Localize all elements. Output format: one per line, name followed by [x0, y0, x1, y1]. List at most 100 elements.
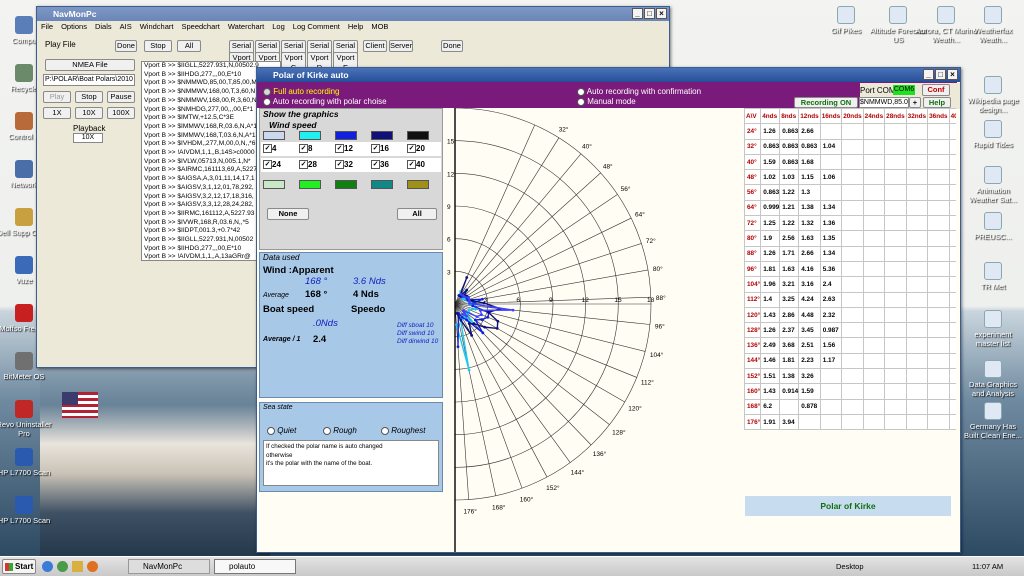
maximize-icon[interactable]: □: [644, 8, 655, 19]
speed-check[interactable]: ✓ 16: [371, 144, 395, 154]
server-button[interactable]: Server: [389, 40, 413, 52]
speed-check[interactable]: ✓ 32: [335, 160, 359, 170]
checkbox-icon[interactable]: ✓: [407, 144, 416, 154]
desktop-icon[interactable]: Data Graphics and Analysis: [962, 360, 1024, 398]
menu-item[interactable]: File: [41, 21, 53, 33]
minimize-icon[interactable]: _: [632, 8, 643, 19]
desktop-icon[interactable]: PREUSC...: [962, 212, 1024, 241]
recording-button[interactable]: Recording ON: [794, 97, 858, 108]
desktop-icon[interactable]: TR Met: [962, 262, 1024, 291]
color-swatch[interactable]: [335, 180, 357, 189]
checkbox-icon[interactable]: ✓: [371, 160, 380, 170]
clock[interactable]: 11:07 AM: [972, 562, 1003, 571]
menu-item[interactable]: Log Comment: [293, 21, 340, 33]
speed-check[interactable]: ✓ 12: [335, 144, 359, 154]
desktop-icon[interactable]: Wikipedia page design...: [962, 76, 1024, 114]
speed-check[interactable]: ✓ 28: [299, 160, 323, 170]
desktop-icon[interactable]: Revo Uninstaller Pro: [0, 400, 56, 438]
sea-roughest-option[interactable]: Roughest: [381, 426, 425, 435]
done-button-1[interactable]: Done: [115, 40, 137, 52]
taskbar-item-navmon[interactable]: NavMonPc: [128, 559, 210, 574]
desktop-icon[interactable]: Rapid Tides: [962, 120, 1024, 149]
radio-manual-icon[interactable]: [577, 97, 585, 106]
color-swatch[interactable]: [263, 180, 285, 189]
polar-titlebar[interactable]: Polar of Kirke auto _ □ ×: [257, 68, 960, 82]
checkbox-icon[interactable]: ✓: [371, 144, 380, 154]
browser-icon[interactable]: [42, 561, 53, 572]
menu-item[interactable]: Windchart: [140, 21, 174, 33]
sea-rough-option[interactable]: Rough: [323, 426, 357, 435]
menu-item[interactable]: Options: [61, 21, 87, 33]
playback-field[interactable]: 10X: [73, 133, 103, 143]
menu-item[interactable]: AIS: [120, 21, 132, 33]
nmea-file-button[interactable]: NMEA File: [45, 59, 135, 71]
color-swatch[interactable]: [263, 131, 285, 140]
all-button-top[interactable]: All: [177, 40, 201, 52]
close-icon[interactable]: ×: [947, 69, 958, 80]
radio-quiet-icon[interactable]: [267, 426, 275, 435]
pause-button[interactable]: Pause: [107, 91, 135, 103]
speed-check[interactable]: ✓ 36: [371, 160, 395, 170]
maximize-icon[interactable]: □: [935, 69, 946, 80]
desktop-icon[interactable]: experiment master list: [962, 310, 1024, 348]
done-button-2[interactable]: Done: [441, 40, 463, 52]
navmon-titlebar[interactable]: NavMonPc _ □ ×: [37, 7, 669, 21]
sea-quiet-option[interactable]: Quiet: [267, 426, 296, 435]
speed-check[interactable]: ✓ 4: [263, 144, 287, 154]
help-button[interactable]: Help: [923, 97, 951, 108]
option-auto-confirm[interactable]: Auto recording with confirmation: [577, 87, 701, 96]
option-manual[interactable]: Manual mode: [577, 97, 636, 106]
all-button[interactable]: All: [397, 208, 437, 220]
radio-auto-polar-icon[interactable]: [263, 97, 271, 106]
client-button[interactable]: Client: [363, 40, 387, 52]
checkbox-icon[interactable]: ✓: [299, 144, 308, 154]
desktop-icon[interactable]: HP L7700 Scan: [0, 496, 56, 525]
color-swatch[interactable]: [407, 180, 429, 189]
radio-rough-icon[interactable]: [323, 426, 331, 435]
desktop-icon[interactable]: Germany Has Built Clean Ene...: [962, 402, 1024, 440]
none-button[interactable]: None: [267, 208, 309, 220]
menu-item[interactable]: Speedchart: [181, 21, 219, 33]
checkbox-icon[interactable]: ✓: [263, 144, 272, 154]
desktop-toolbar-label[interactable]: Desktop: [836, 562, 864, 571]
speed-check[interactable]: ✓ 8: [299, 144, 323, 154]
checkbox-icon[interactable]: ✓: [407, 160, 416, 170]
option-full-auto[interactable]: Full auto recording: [263, 87, 340, 96]
color-swatch[interactable]: [335, 131, 357, 140]
speed-check[interactable]: ✓ 20: [407, 144, 431, 154]
polar-window[interactable]: Polar of Kirke auto _ □ × Full auto record…: [256, 67, 961, 553]
color-swatch[interactable]: [299, 180, 321, 189]
speed-10x-button[interactable]: 10X: [75, 107, 103, 119]
play-button[interactable]: Play: [43, 91, 71, 103]
speed-1x-button[interactable]: 1X: [43, 107, 71, 119]
speed-100x-button[interactable]: 100X: [107, 107, 135, 119]
close-icon[interactable]: ×: [656, 8, 667, 19]
menu-item[interactable]: Log: [272, 21, 285, 33]
radio-full-auto-icon[interactable]: [263, 87, 271, 96]
radio-roughest-icon[interactable]: [381, 426, 389, 435]
stop-button-top[interactable]: Stop: [144, 40, 172, 52]
menu-item[interactable]: Dials: [95, 21, 112, 33]
color-swatch[interactable]: [299, 131, 321, 140]
desktop-icon[interactable]: Weatherfax Weath...: [962, 6, 1024, 44]
checkbox-icon[interactable]: ✓: [299, 160, 308, 170]
desktop-icon[interactable]: HP L7700 Scan: [0, 448, 56, 477]
minimize-icon[interactable]: _: [923, 69, 934, 80]
firefox-icon[interactable]: [87, 561, 98, 572]
checkbox-icon[interactable]: ✓: [335, 144, 344, 154]
menu-item[interactable]: MOB: [371, 21, 388, 33]
checkbox-icon[interactable]: ✓: [335, 160, 344, 170]
color-swatch[interactable]: [407, 131, 429, 140]
port-value[interactable]: COM6: [893, 85, 915, 95]
color-swatch[interactable]: [371, 180, 393, 189]
radio-auto-confirm-icon[interactable]: [577, 87, 585, 96]
option-auto-polar[interactable]: Auto recording with polar choise: [263, 97, 387, 106]
stop-button[interactable]: Stop: [75, 91, 103, 103]
speed-check[interactable]: ✓ 24: [263, 160, 287, 170]
mwd-field[interactable]: $NMMWD,85.0: [859, 97, 909, 108]
menu-item[interactable]: Help: [348, 21, 363, 33]
menu-item[interactable]: Waterchart: [228, 21, 264, 33]
plus-button[interactable]: +: [909, 97, 921, 108]
desktop-icon[interactable]: Animation Weather Sat...: [962, 166, 1024, 204]
media-icon[interactable]: [57, 561, 68, 572]
